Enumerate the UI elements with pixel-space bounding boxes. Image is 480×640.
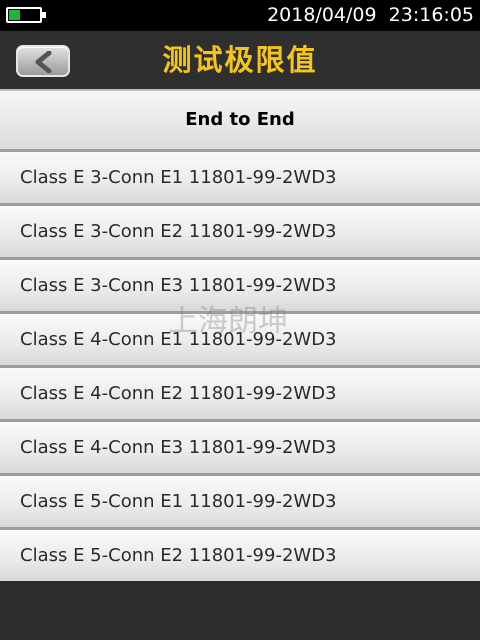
list-item[interactable]: Class E 4-Conn E1 11801-99-2WD3 (0, 311, 480, 365)
list-item[interactable]: Class E 4-Conn E2 11801-99-2WD3 (0, 365, 480, 419)
limit-list: Class E 3-Conn E1 11801-99-2WD3 Class E … (0, 149, 480, 581)
title-bar: 测试极限值 (0, 31, 480, 89)
page-title: 测试极限值 (162, 43, 318, 77)
list-header: End to End (0, 89, 480, 149)
list-item[interactable]: Class E 5-Conn E2 11801-99-2WD3 (0, 527, 480, 581)
list-item[interactable]: Class E 3-Conn E2 11801-99-2WD3 (0, 203, 480, 257)
list-item-label: Class E 4-Conn E1 11801-99-2WD3 (20, 329, 337, 350)
list-item-label: Class E 4-Conn E3 11801-99-2WD3 (20, 437, 337, 458)
list-item-label: Class E 3-Conn E1 11801-99-2WD3 (20, 167, 337, 188)
chevron-left-icon (35, 51, 52, 73)
list-item-label: Class E 5-Conn E1 11801-99-2WD3 (20, 491, 337, 512)
battery-icon (6, 7, 42, 23)
list-header-label: End to End (185, 109, 295, 130)
list-item-label: Class E 3-Conn E2 11801-99-2WD3 (20, 221, 337, 242)
list-item-label: Class E 3-Conn E3 11801-99-2WD3 (20, 275, 337, 296)
list-item[interactable]: Class E 5-Conn E1 11801-99-2WD3 (0, 473, 480, 527)
list-item[interactable]: Class E 4-Conn E3 11801-99-2WD3 (0, 419, 480, 473)
battery-tip (42, 12, 46, 18)
back-button[interactable] (16, 45, 70, 77)
list-item[interactable]: Class E 3-Conn E1 11801-99-2WD3 (0, 149, 480, 203)
status-datetime: 2018/04/09 23:16:05 (267, 4, 474, 26)
status-bar: 2018/04/09 23:16:05 (0, 0, 480, 31)
list-item-label: Class E 5-Conn E2 11801-99-2WD3 (20, 545, 337, 566)
list-item[interactable]: Class E 3-Conn E3 11801-99-2WD3 (0, 257, 480, 311)
battery-level-fill (9, 10, 20, 20)
list-item-label: Class E 4-Conn E2 11801-99-2WD3 (20, 383, 337, 404)
